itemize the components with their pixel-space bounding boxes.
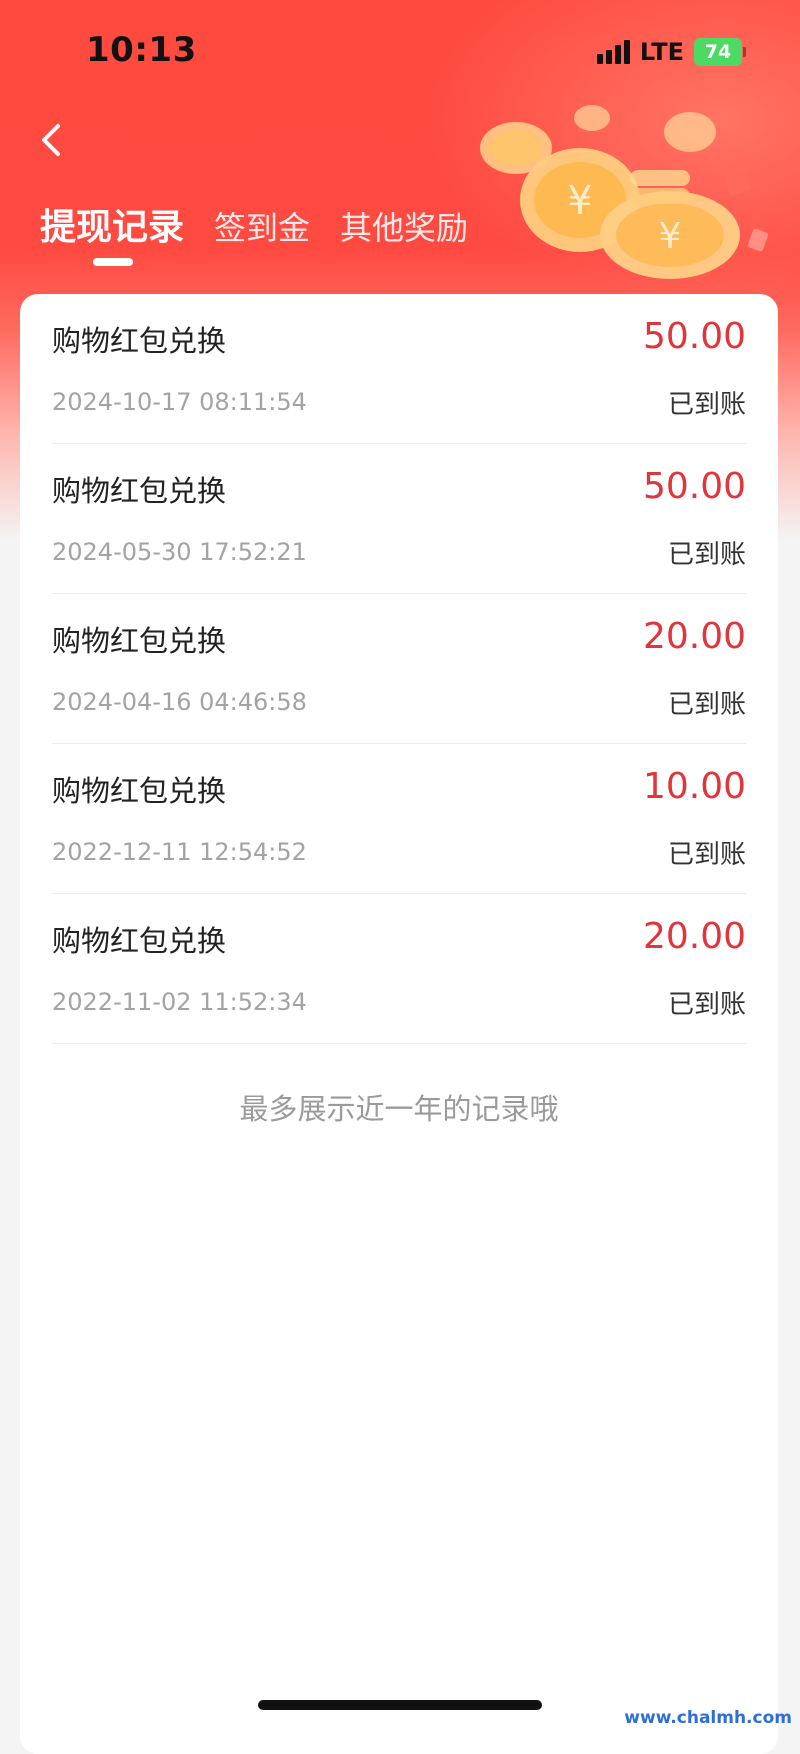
back-button[interactable] [30,118,74,162]
record-item[interactable]: 购物红包兑换 50.00 2024-10-17 08:11:54 已到账 [52,294,746,444]
records-list: 购物红包兑换 50.00 2024-10-17 08:11:54 已到账 购物红… [52,294,746,1044]
coins-illustration: ¥ ¥ [480,105,769,279]
footer-note: 最多展示近一年的记录哦 [239,1092,559,1126]
record-amount: 20.00 [642,616,746,657]
chevron-left-icon [42,124,60,156]
tab-bar: 提现记录 签到金 其他奖励 [40,198,468,250]
signal-icon [596,40,630,64]
records-card: 购物红包兑换 50.00 2024-10-17 08:11:54 已到账 购物红… [20,294,778,1754]
record-title: 购物红包兑换 [52,774,227,808]
tab-checkin-gold[interactable]: 签到金 [214,203,310,249]
record-date: 2022-11-02 11:52:34 [52,988,307,1016]
record-title: 购物红包兑换 [52,474,227,508]
record-title: 购物红包兑换 [52,924,227,958]
watermark: www.chalmh.com [624,1708,792,1728]
record-amount: 20.00 [642,916,746,957]
record-item[interactable]: 购物红包兑换 20.00 2022-11-02 11:52:34 已到账 [52,894,746,1044]
record-item[interactable]: 购物红包兑换 20.00 2024-04-16 04:46:58 已到账 [52,594,746,744]
record-amount: 50.00 [642,316,746,357]
battery-icon: 74 [694,38,746,66]
status-time: 10:13 [86,30,197,70]
record-status: 已到账 [667,540,746,570]
record-title: 购物红包兑换 [52,324,227,358]
network-type: LTE [639,38,684,66]
record-status: 已到账 [667,390,746,420]
home-indicator [258,1700,542,1710]
record-amount: 50.00 [642,466,746,507]
status-indicators: LTE 74 [596,38,746,66]
record-date: 2022-12-11 12:54:52 [52,838,307,866]
active-tab-indicator [93,258,133,266]
record-amount: 10.00 [642,766,746,807]
tab-withdraw-records[interactable]: 提现记录 [40,198,184,250]
svg-text:¥: ¥ [659,216,682,257]
record-status: 已到账 [667,840,746,870]
record-item[interactable]: 购物红包兑换 10.00 2022-12-11 12:54:52 已到账 [52,744,746,894]
record-item[interactable]: 购物红包兑换 50.00 2024-05-30 17:52:21 已到账 [52,444,746,594]
record-status: 已到账 [667,990,746,1020]
tab-other-rewards[interactable]: 其他奖励 [340,203,468,249]
record-date: 2024-05-30 17:52:21 [52,538,307,566]
record-status: 已到账 [667,690,746,720]
battery-level: 74 [694,38,742,66]
svg-text:¥: ¥ [567,178,592,224]
record-title: 购物红包兑换 [52,624,227,658]
record-date: 2024-10-17 08:11:54 [52,388,307,416]
record-date: 2024-04-16 04:46:58 [52,688,307,716]
